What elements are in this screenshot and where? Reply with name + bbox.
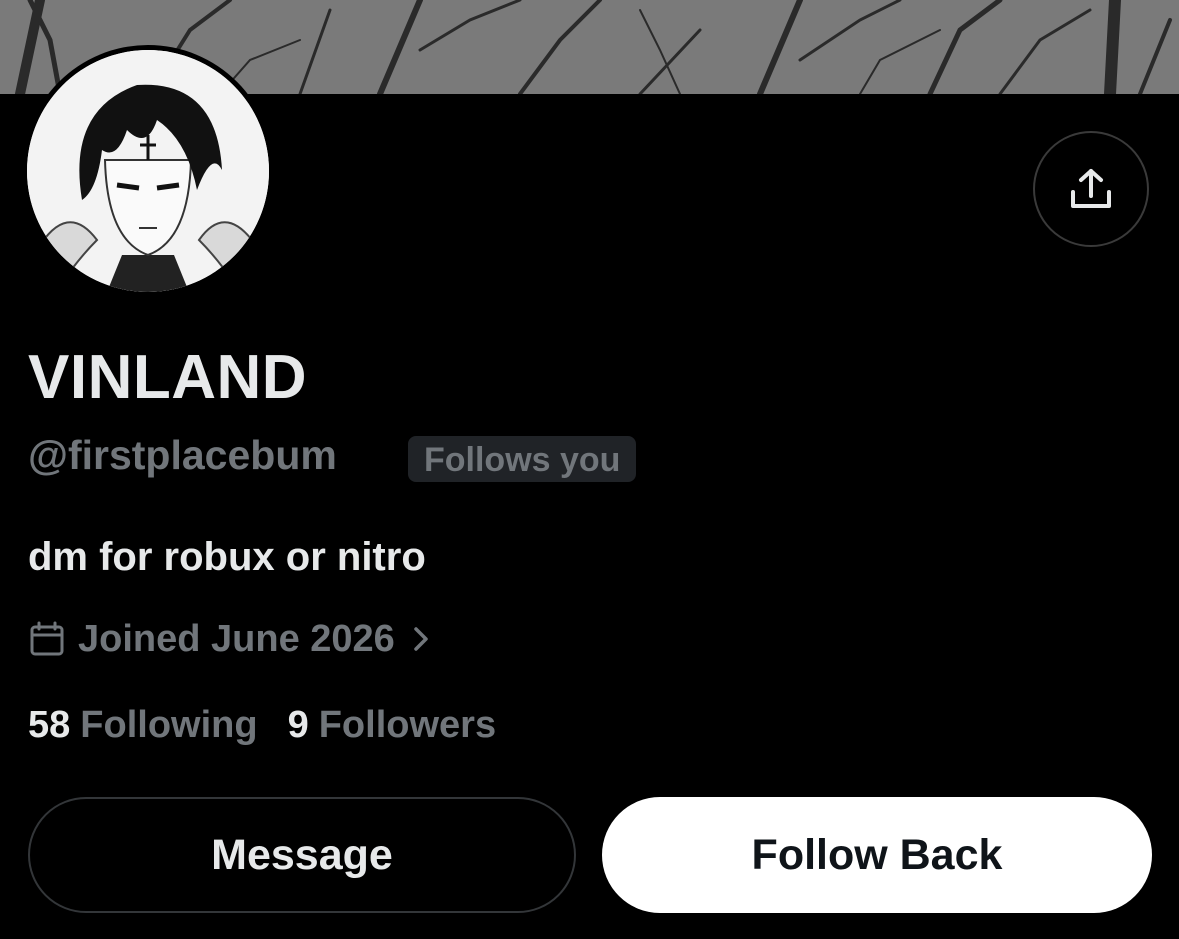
following-count: 58 <box>28 703 71 746</box>
followers-count: 9 <box>287 703 309 746</box>
followers-stat[interactable]: 9 Followers <box>288 704 497 747</box>
avatar[interactable] <box>27 50 269 292</box>
share-icon <box>1068 166 1114 212</box>
avatar-illustration <box>27 50 269 292</box>
profile-bio: dm for robux or nitro <box>28 535 426 579</box>
calendar-icon <box>28 620 66 658</box>
user-handle: @firstplacebum <box>28 432 337 478</box>
joined-date-row[interactable]: Joined June 2026 <box>28 614 431 664</box>
message-button[interactable]: Message <box>28 797 576 913</box>
follow-back-button[interactable]: Follow Back <box>602 797 1152 913</box>
following-stat[interactable]: 58 Following <box>28 704 258 747</box>
chevron-right-icon <box>411 624 431 654</box>
share-button[interactable] <box>1033 131 1149 247</box>
display-name: VINLAND <box>28 343 308 412</box>
followers-label: Followers <box>318 703 497 746</box>
joined-date-label: Joined June 2026 <box>78 617 395 660</box>
following-label: Following <box>80 703 258 746</box>
follow-stats: 58 Following 9 Followers <box>28 700 496 750</box>
follows-you-badge: Follows you <box>408 436 637 482</box>
